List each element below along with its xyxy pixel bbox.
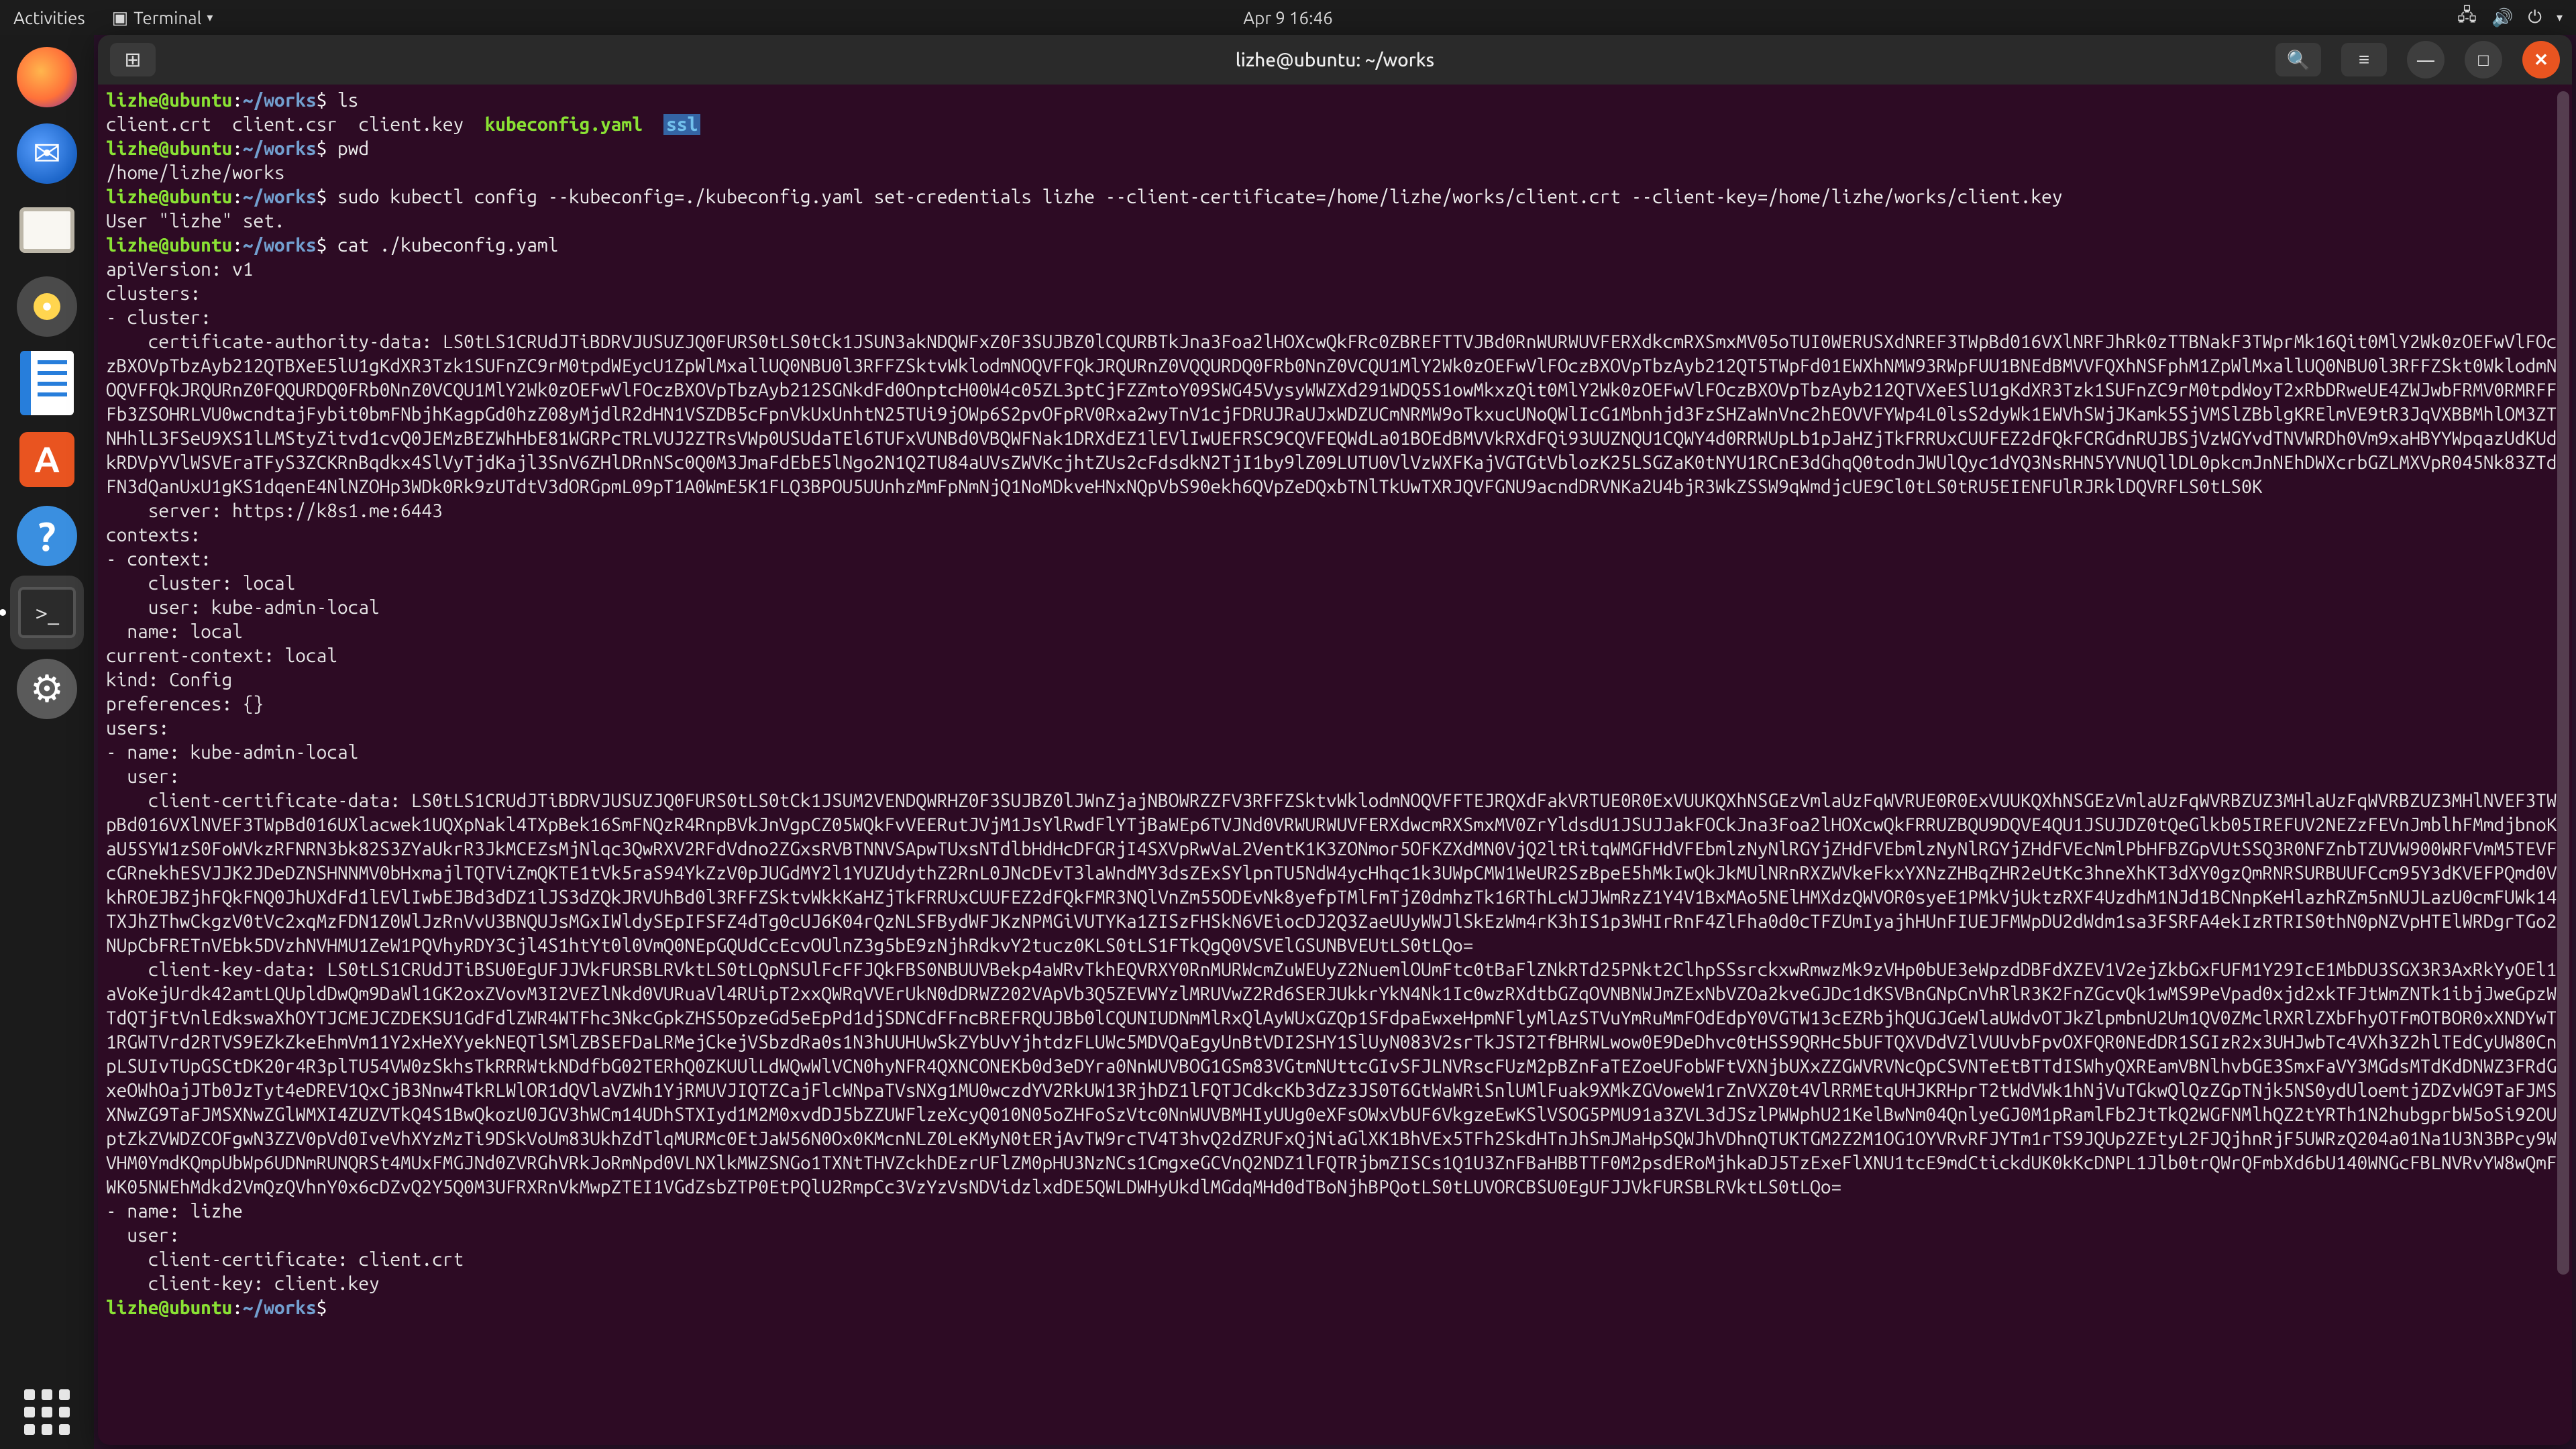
status-area[interactable]: 🖧 🔊 ⏻ ▾ [2457,3,2563,32]
ls-item: client.crt [106,114,211,135]
music-icon [17,276,77,337]
scrollbar[interactable] [2557,91,2569,1436]
power-icon: ⏻ [2528,7,2542,28]
terminal-window: ⊞ lizhe@ubuntu: ~/works 🔍 ≡ — □ ✕ lizhe@… [98,35,2572,1445]
app-menu-label: Terminal [133,8,201,28]
dock-terminal[interactable]: >_ [10,576,84,649]
prompt-user: lizhe@ubuntu [106,90,232,111]
chevron-down-icon: ▾ [207,11,213,25]
writer-icon [20,351,74,415]
client-key-data: LS0tLS1CRUdJTiBSU0EgUFJJVkFURSBLRVktLS0t… [327,959,2241,980]
grid-icon [24,1389,70,1435]
ls-item: kubeconfig.yaml [485,114,643,135]
maximize-icon: □ [2478,50,2489,70]
ls-item: client.key [358,114,464,135]
dock-thunderbird[interactable]: ✉ [10,117,84,191]
server-line: server: https://k8s1.me:6443 [106,500,443,521]
dock-software[interactable] [10,423,84,496]
ls-item: client.csr [232,114,337,135]
dock-files[interactable] [10,193,84,267]
firefox-icon [17,47,77,107]
plus-icon: ⊞ [124,48,141,72]
dock-writer[interactable] [10,346,84,420]
search-icon: 🔍 [2287,49,2310,71]
titlebar[interactable]: ⊞ lizhe@ubuntu: ~/works 🔍 ≡ — □ ✕ [98,35,2572,85]
minimize-icon: — [2417,50,2434,70]
setcred-output: User "lizhe" set. [106,211,285,231]
work-area: ⊞ lizhe@ubuntu: ~/works 🔍 ≡ — □ ✕ lizhe@… [94,35,2576,1449]
client-key-label: client-key-data: [106,959,327,980]
sound-icon: 🔊 [2491,7,2513,28]
cmd-cat: cat ./kubeconfig.yaml [337,235,558,256]
activities-button[interactable]: Activities [13,8,85,28]
prompt-sep: : [232,90,243,111]
cert-auth-label: certificate-authority-data: [106,331,443,352]
dock-rhythmbox[interactable] [10,270,84,343]
prompt-path: ~/works [243,90,317,111]
dock-help[interactable]: ? [10,499,84,573]
top-bar: Activities ▣ Terminal ▾ Apr 9 16:46 🖧 🔊 … [0,0,2576,35]
gear-icon: ⚙ [17,659,77,719]
ls-item: ssl [663,114,700,135]
hamburger-icon: ≡ [2359,49,2369,70]
scrollbar-thumb[interactable] [2557,91,2569,1275]
minimize-button[interactable]: — [2407,41,2445,78]
terminal-output[interactable]: lizhe@ubuntu:~/works$ ls client.crt clie… [98,85,2572,1445]
files-icon [19,207,74,253]
terminal-icon: ▣ [112,7,129,28]
prompt-user: lizhe@ubuntu [106,138,232,159]
dock-firefox[interactable] [10,40,84,114]
lizhe-user-block: - name: lizhe user: client-certificate: … [106,1201,464,1294]
new-tab-button[interactable]: ⊞ [110,43,156,76]
clock[interactable]: Apr 9 16:46 [1243,8,1333,28]
running-indicator [0,609,6,616]
close-button[interactable]: ✕ [2522,41,2560,78]
network-icon: 🖧 [2457,3,2477,32]
dock: ✉ ? >_ ⚙ [0,35,94,1449]
cmd-ls: ls [337,90,358,111]
thunderbird-icon: ✉ [17,123,77,184]
window-title: lizhe@ubuntu: ~/works [1236,50,1434,70]
show-applications[interactable] [10,1375,84,1449]
search-button[interactable]: 🔍 [2275,43,2321,76]
contexts-block: contexts: - context: cluster: local user… [106,525,380,787]
maximize-button[interactable]: □ [2465,41,2502,78]
software-icon [19,432,74,487]
hamburger-button[interactable]: ≡ [2341,43,2387,76]
pwd-output: /home/lizhe/works [106,162,285,183]
client-cert-label: client-certificate-data: [106,790,411,811]
cmd-pwd: pwd [337,138,369,159]
close-icon: ✕ [2534,50,2548,70]
app-menu[interactable]: ▣ Terminal ▾ [112,7,213,28]
prompt-sym: $ [317,90,327,111]
help-icon: ? [17,506,77,566]
yaml-head: apiVersion: v1 clusters: - cluster: [106,259,254,328]
cmd-set-credentials: sudo kubectl config --kubeconfig=./kubec… [337,186,2063,207]
terminal-app-icon: >_ [18,587,76,638]
chevron-down-icon: ▾ [2557,11,2563,25]
dock-settings[interactable]: ⚙ [10,652,84,726]
